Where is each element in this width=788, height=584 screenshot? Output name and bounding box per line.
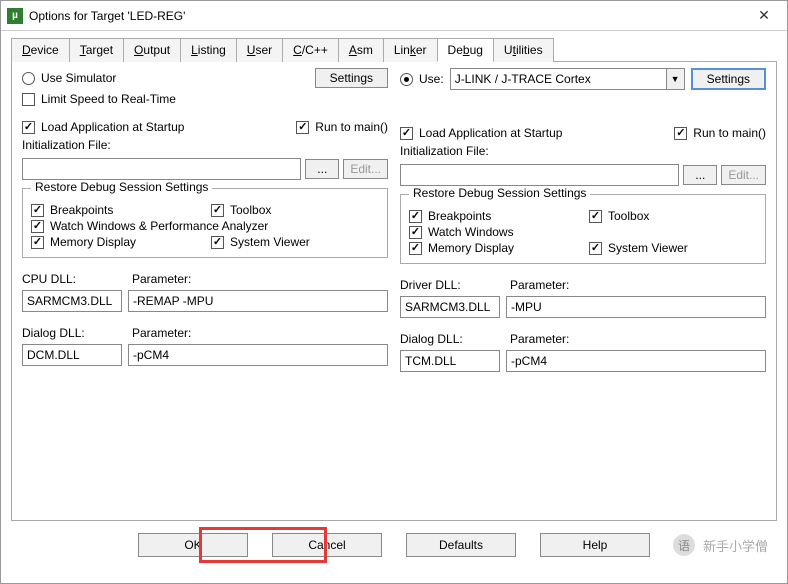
checkbox-icon bbox=[211, 236, 224, 249]
limit-speed-checkbox[interactable]: Limit Speed to Real-Time bbox=[22, 92, 388, 106]
left-load-app-label: Load Application at Startup bbox=[41, 120, 184, 134]
tab-utilities[interactable]: Utilities bbox=[493, 38, 554, 62]
right-dlg-dll-input[interactable]: TCM.DLL bbox=[400, 350, 500, 372]
app-icon: µ bbox=[7, 8, 23, 24]
tab-listing[interactable]: Listing bbox=[180, 38, 237, 62]
driver-dll-input[interactable]: SARMCM3.DLL bbox=[400, 296, 500, 318]
checkbox-icon bbox=[409, 226, 422, 239]
right-memory-checkbox[interactable]: Memory Display bbox=[409, 241, 577, 255]
use-simulator-radio[interactable]: Use Simulator bbox=[22, 71, 116, 85]
checkbox-icon bbox=[31, 220, 44, 233]
cpu-param-label: Parameter: bbox=[132, 272, 191, 286]
checkbox-icon bbox=[400, 127, 413, 140]
checkbox-icon bbox=[409, 210, 422, 223]
checkbox-icon bbox=[296, 121, 309, 134]
right-dlg-dll-label: Dialog DLL: bbox=[400, 332, 500, 346]
left-init-file-label: Initialization File: bbox=[22, 138, 388, 152]
driver-settings-button[interactable]: Settings bbox=[691, 68, 766, 90]
cancel-button[interactable]: Cancel bbox=[272, 533, 382, 557]
left-sysview-checkbox[interactable]: System Viewer bbox=[211, 235, 379, 249]
driver-panel: Use: J-LINK / J-TRACE Cortex ▼ Settings … bbox=[396, 68, 770, 514]
checkbox-icon bbox=[589, 210, 602, 223]
left-run-main-checkbox[interactable]: Run to main() bbox=[296, 120, 388, 134]
right-run-main-checkbox[interactable]: Run to main() bbox=[674, 126, 766, 140]
driver-select[interactable]: J-LINK / J-TRACE Cortex ▼ bbox=[450, 68, 685, 90]
tab-cpp[interactable]: C/C++ bbox=[282, 38, 339, 62]
left-restore-group: Restore Debug Session Settings Breakpoin… bbox=[22, 188, 388, 258]
tab-output[interactable]: Output bbox=[123, 38, 181, 62]
right-browse-button[interactable]: ... bbox=[683, 165, 717, 185]
right-load-app-label: Load Application at Startup bbox=[419, 126, 562, 140]
tab-body-debug: Use Simulator Settings Limit Speed to Re… bbox=[11, 61, 777, 521]
left-run-main-label: Run to main() bbox=[315, 120, 388, 134]
checkbox-icon bbox=[674, 127, 687, 140]
left-load-app-checkbox[interactable]: Load Application at Startup bbox=[22, 120, 184, 134]
cpu-dll-label: CPU DLL: bbox=[22, 272, 122, 286]
right-sysview-checkbox[interactable]: System Viewer bbox=[589, 241, 757, 255]
right-restore-group: Restore Debug Session Settings Breakpoin… bbox=[400, 194, 766, 264]
tab-asm[interactable]: Asm bbox=[338, 38, 384, 62]
dialog-buttons: OK Cancel Defaults Help bbox=[1, 533, 787, 557]
left-restore-title: Restore Debug Session Settings bbox=[31, 180, 212, 194]
left-dlg-param-label: Parameter: bbox=[132, 326, 191, 340]
left-init-file-input[interactable] bbox=[22, 158, 301, 180]
tab-bar: Device Target Output Listing User C/C++ … bbox=[1, 31, 787, 61]
right-load-app-checkbox[interactable]: Load Application at Startup bbox=[400, 126, 562, 140]
cpu-param-input[interactable]: -REMAP -MPU bbox=[128, 290, 388, 312]
tab-linker[interactable]: Linker bbox=[383, 38, 438, 62]
tab-user[interactable]: User bbox=[236, 38, 283, 62]
driver-dll-label: Driver DLL: bbox=[400, 278, 500, 292]
right-breakpoints-checkbox[interactable]: Breakpoints bbox=[409, 209, 577, 223]
driver-param-input[interactable]: -MPU bbox=[506, 296, 766, 318]
left-browse-button[interactable]: ... bbox=[305, 159, 339, 179]
simulator-panel: Use Simulator Settings Limit Speed to Re… bbox=[18, 68, 392, 514]
use-driver-radio[interactable]: Use: bbox=[400, 72, 444, 86]
chevron-down-icon: ▼ bbox=[666, 69, 684, 89]
checkbox-icon bbox=[22, 93, 35, 106]
left-memory-checkbox[interactable]: Memory Display bbox=[31, 235, 199, 249]
window-title: Options for Target 'LED-REG' bbox=[29, 9, 741, 23]
checkbox-icon bbox=[589, 242, 602, 255]
left-watch-checkbox[interactable]: Watch Windows & Performance Analyzer bbox=[31, 219, 379, 233]
right-init-file-input[interactable] bbox=[400, 164, 679, 186]
right-restore-title: Restore Debug Session Settings bbox=[409, 186, 590, 200]
left-toolbox-checkbox[interactable]: Toolbox bbox=[211, 203, 379, 217]
checkbox-icon bbox=[31, 236, 44, 249]
left-edit-button: Edit... bbox=[343, 159, 388, 179]
right-run-main-label: Run to main() bbox=[693, 126, 766, 140]
left-dlg-dll-input[interactable]: DCM.DLL bbox=[22, 344, 122, 366]
cpu-dll-input[interactable]: SARMCM3.DLL bbox=[22, 290, 122, 312]
left-breakpoints-checkbox[interactable]: Breakpoints bbox=[31, 203, 199, 217]
left-dlg-dll-label: Dialog DLL: bbox=[22, 326, 122, 340]
limit-speed-label: Limit Speed to Real-Time bbox=[41, 92, 176, 106]
checkbox-icon bbox=[409, 242, 422, 255]
dialog-window: µ Options for Target 'LED-REG' ✕ Device … bbox=[0, 0, 788, 584]
right-dlg-param-label: Parameter: bbox=[510, 332, 569, 346]
driver-select-value: J-LINK / J-TRACE Cortex bbox=[455, 72, 666, 86]
use-driver-label: Use: bbox=[419, 72, 444, 86]
tab-target[interactable]: Target bbox=[69, 38, 124, 62]
right-edit-button: Edit... bbox=[721, 165, 766, 185]
tab-debug[interactable]: Debug bbox=[437, 38, 494, 62]
right-watch-checkbox[interactable]: Watch Windows bbox=[409, 225, 757, 239]
tab-device[interactable]: Device bbox=[11, 38, 70, 62]
titlebar: µ Options for Target 'LED-REG' ✕ bbox=[1, 1, 787, 31]
checkbox-icon bbox=[22, 121, 35, 134]
defaults-button[interactable]: Defaults bbox=[406, 533, 516, 557]
help-button[interactable]: Help bbox=[540, 533, 650, 557]
checkbox-icon bbox=[211, 204, 224, 217]
simulator-settings-button[interactable]: Settings bbox=[315, 68, 388, 88]
radio-icon bbox=[400, 73, 413, 86]
use-simulator-label: Use Simulator bbox=[41, 71, 116, 85]
ok-button[interactable]: OK bbox=[138, 533, 248, 557]
close-button[interactable]: ✕ bbox=[741, 1, 787, 31]
right-init-file-label: Initialization File: bbox=[400, 144, 766, 158]
right-toolbox-checkbox[interactable]: Toolbox bbox=[589, 209, 757, 223]
radio-icon bbox=[22, 72, 35, 85]
driver-param-label: Parameter: bbox=[510, 278, 569, 292]
checkbox-icon bbox=[31, 204, 44, 217]
left-dlg-param-input[interactable]: -pCM4 bbox=[128, 344, 388, 366]
right-dlg-param-input[interactable]: -pCM4 bbox=[506, 350, 766, 372]
